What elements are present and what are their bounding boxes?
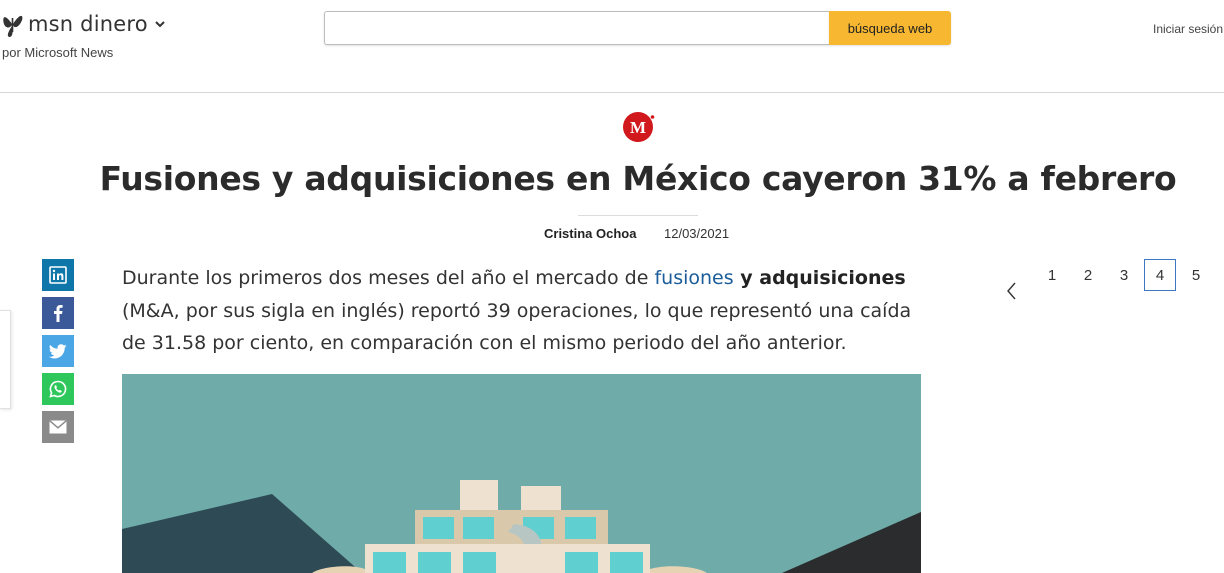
email-icon: [49, 420, 67, 434]
share-linkedin-button[interactable]: [42, 259, 74, 291]
lead-text-1: Durante los primeros dos meses del año e…: [122, 267, 655, 289]
search-input[interactable]: [324, 11, 829, 45]
article-lead-paragraph: Durante los primeros dos meses del año e…: [122, 262, 922, 360]
lead-bold-text: y adquisiciones: [733, 267, 906, 289]
share-email-button[interactable]: [42, 411, 74, 443]
share-whatsapp-button[interactable]: [42, 373, 74, 405]
article-title: Fusiones y adquisiciones en México cayer…: [99, 159, 1177, 198]
source-logo-letter: M: [630, 118, 646, 137]
article-date: 12/03/2021: [664, 226, 730, 241]
page-2-button[interactable]: 2: [1072, 259, 1104, 291]
chevron-left-icon[interactable]: [1002, 281, 1022, 301]
header: msn dinero por Microsoft News búsqueda w…: [0, 0, 1224, 93]
whatsapp-icon: [49, 380, 67, 398]
fusiones-link[interactable]: fusiones: [654, 267, 733, 289]
share-twitter-button[interactable]: [42, 335, 74, 367]
page-5-button[interactable]: 5: [1180, 259, 1212, 291]
page-1-button[interactable]: 1: [1036, 259, 1068, 291]
buildings-illustration: [122, 374, 921, 573]
page-3-button[interactable]: 3: [1108, 259, 1140, 291]
butterfly-logo-icon: [3, 15, 23, 37]
search-bar: búsqueda web: [324, 11, 951, 45]
share-bar: [42, 259, 74, 449]
milenio-logo-icon: M: [623, 112, 655, 142]
brand-name: msn dinero: [28, 12, 148, 36]
title-divider: [578, 215, 698, 216]
collapsed-side-panel[interactable]: [0, 310, 11, 409]
linkedin-icon: [49, 266, 67, 284]
chevron-down-icon[interactable]: [154, 18, 166, 30]
article-author: Cristina Ochoa: [544, 226, 637, 241]
share-facebook-button[interactable]: [42, 297, 74, 329]
lead-text-2: (M&A, por sus sigla en inglés) reportó 3…: [122, 299, 912, 355]
web-search-button[interactable]: búsqueda web: [829, 11, 951, 45]
signin-link[interactable]: Iniciar sesión: [1153, 22, 1223, 36]
article-hero-image: [122, 374, 921, 573]
page-4-button-active[interactable]: 4: [1144, 259, 1176, 291]
facebook-icon: [54, 305, 63, 322]
twitter-icon: [49, 343, 67, 358]
brand-byline: por Microsoft News: [2, 45, 114, 60]
msn-brand-link[interactable]: msn dinero: [2, 10, 166, 38]
